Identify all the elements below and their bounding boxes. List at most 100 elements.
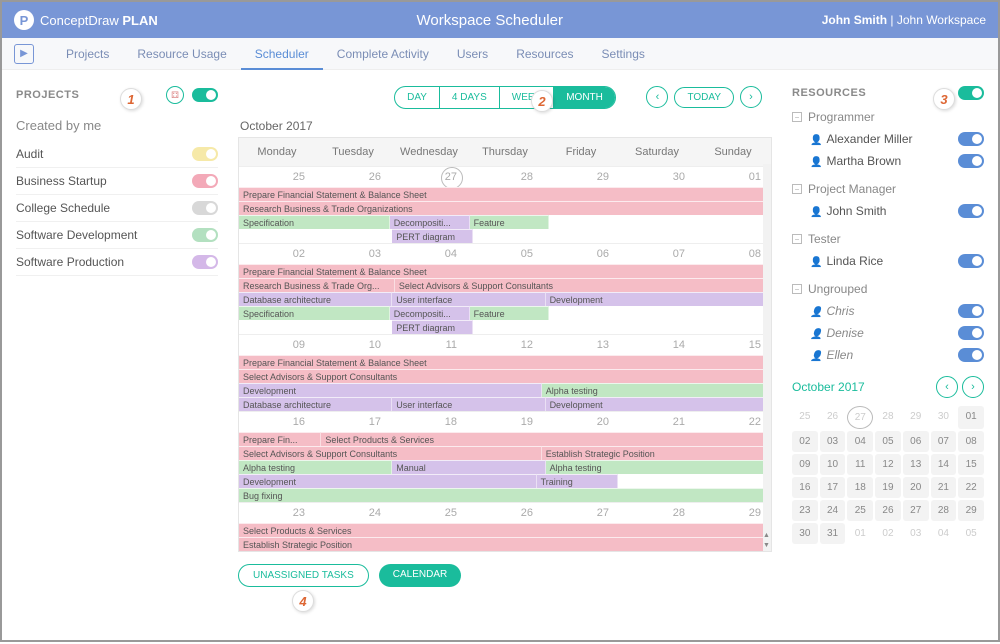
task-bar[interactable]: PERT diagram <box>392 229 473 243</box>
date-cell[interactable]: 25 <box>391 503 467 523</box>
date-cell[interactable]: 09 <box>239 335 315 355</box>
calendar-button[interactable]: CALENDAR <box>379 564 461 587</box>
resource-group[interactable]: −Ungrouped <box>792 282 984 296</box>
resource-member[interactable]: 👤John Smith <box>792 200 984 222</box>
date-cell[interactable]: 19 <box>467 412 543 432</box>
mini-date[interactable]: 03 <box>820 431 846 452</box>
mini-date[interactable]: 17 <box>820 477 846 498</box>
resource-group[interactable]: −Tester <box>792 232 984 246</box>
mini-date[interactable]: 29 <box>903 406 929 429</box>
date-cell[interactable]: 14 <box>619 335 695 355</box>
project-item[interactable]: Software Development <box>16 222 218 249</box>
date-cell[interactable]: 18 <box>391 412 467 432</box>
member-toggle[interactable] <box>958 132 984 146</box>
task-bar[interactable]: Prepare Fin... <box>239 432 321 446</box>
mini-date[interactable]: 26 <box>820 406 846 429</box>
collapse-icon[interactable]: − <box>792 284 802 294</box>
mini-date[interactable]: 05 <box>958 523 984 544</box>
next-period-button[interactable]: › <box>740 86 762 108</box>
date-cell[interactable]: 20 <box>543 412 619 432</box>
nav-complete-activity[interactable]: Complete Activity <box>323 38 443 70</box>
date-cell[interactable]: 22 <box>695 412 771 432</box>
task-bar[interactable]: Alpha testing <box>542 383 771 397</box>
mini-date[interactable]: 23 <box>792 500 818 521</box>
date-cell[interactable]: 29 <box>695 503 771 523</box>
task-bar[interactable]: Establish Strategic Position <box>542 446 771 460</box>
date-cell[interactable]: 10 <box>315 335 391 355</box>
date-cell[interactable]: 28 <box>619 503 695 523</box>
mini-date[interactable]: 02 <box>792 431 818 452</box>
date-cell[interactable]: 27 <box>391 167 467 187</box>
collapse-icon[interactable]: − <box>792 234 802 244</box>
task-bar[interactable]: Alpha testing <box>239 460 392 474</box>
mini-date[interactable]: 12 <box>875 454 901 475</box>
view-4 days[interactable]: 4 DAYS <box>440 87 500 108</box>
task-bar[interactable]: Select Products & Services <box>239 523 771 537</box>
task-bar[interactable]: Prepare Financial Statement & Balance Sh… <box>239 264 771 278</box>
mini-date[interactable]: 25 <box>847 500 873 521</box>
mini-date[interactable]: 29 <box>958 500 984 521</box>
date-cell[interactable]: 15 <box>695 335 771 355</box>
date-cell[interactable]: 07 <box>619 244 695 264</box>
nav-resources[interactable]: Resources <box>502 38 587 70</box>
date-cell[interactable]: 28 <box>467 167 543 187</box>
date-cell[interactable]: 12 <box>467 335 543 355</box>
date-cell[interactable]: 08 <box>695 244 771 264</box>
mini-date[interactable]: 28 <box>931 500 957 521</box>
mini-date[interactable]: 14 <box>931 454 957 475</box>
task-bar[interactable]: Select Advisors & Support Consultants <box>239 446 542 460</box>
resource-group[interactable]: −Project Manager <box>792 182 984 196</box>
mini-date[interactable]: 18 <box>847 477 873 498</box>
resource-member[interactable]: 👤Alexander Miller <box>792 128 984 150</box>
mini-date[interactable]: 30 <box>931 406 957 429</box>
project-item[interactable]: Audit <box>16 141 218 168</box>
date-cell[interactable]: 01 <box>695 167 771 187</box>
mini-date[interactable]: 24 <box>820 500 846 521</box>
mini-date[interactable]: 21 <box>931 477 957 498</box>
date-cell[interactable]: 21 <box>619 412 695 432</box>
mini-date[interactable]: 30 <box>792 523 818 544</box>
nav-projects[interactable]: Projects <box>52 38 123 70</box>
task-bar[interactable]: Establish Strategic Position <box>239 537 771 551</box>
member-toggle[interactable] <box>958 304 984 318</box>
date-cell[interactable]: 25 <box>239 167 315 187</box>
resource-member[interactable]: 👤Martha Brown <box>792 150 984 172</box>
date-cell[interactable]: 17 <box>315 412 391 432</box>
user-info[interactable]: John Smith | John Workspace <box>822 13 986 27</box>
mini-prev-button[interactable]: ‹ <box>936 376 958 398</box>
task-bar[interactable]: Select Advisors & Support Consultants <box>395 278 771 292</box>
project-item[interactable]: Business Startup <box>16 168 218 195</box>
unassigned-tasks-button[interactable]: UNASSIGNED TASKS <box>238 564 369 587</box>
grid-icon[interactable]: ⚃ <box>166 86 184 104</box>
collapse-icon[interactable]: − <box>792 112 802 122</box>
mini-date[interactable]: 11 <box>847 454 873 475</box>
nav-settings[interactable]: Settings <box>588 38 659 70</box>
member-toggle[interactable] <box>958 326 984 340</box>
mini-date[interactable]: 04 <box>847 431 873 452</box>
view-switch[interactable]: DAY4 DAYSWEEKMONTH <box>394 86 616 109</box>
resource-member[interactable]: 👤Denise <box>792 322 984 344</box>
task-bar[interactable]: Prepare Financial Statement & Balance Sh… <box>239 355 771 369</box>
date-cell[interactable]: 30 <box>619 167 695 187</box>
project-toggle[interactable] <box>192 228 218 242</box>
mini-date[interactable]: 08 <box>958 431 984 452</box>
mini-date[interactable]: 03 <box>903 523 929 544</box>
scrollbar[interactable] <box>763 164 771 551</box>
date-cell[interactable]: 26 <box>467 503 543 523</box>
date-cell[interactable]: 26 <box>315 167 391 187</box>
task-bar[interactable]: Specification <box>239 306 390 320</box>
date-cell[interactable]: 29 <box>543 167 619 187</box>
mini-date[interactable]: 20 <box>903 477 929 498</box>
project-toggle[interactable] <box>192 147 218 161</box>
task-bar[interactable]: Development <box>546 292 771 306</box>
member-toggle[interactable] <box>958 154 984 168</box>
resource-member[interactable]: 👤Ellen <box>792 344 984 366</box>
task-bar[interactable]: Training <box>537 474 618 488</box>
task-bar[interactable]: Development <box>239 474 537 488</box>
expand-icon[interactable]: ▶ <box>14 44 34 64</box>
mini-date[interactable]: 28 <box>875 406 901 429</box>
task-bar[interactable]: Bug fixing <box>239 488 771 502</box>
nav-users[interactable]: Users <box>443 38 502 70</box>
task-bar[interactable]: Development <box>546 397 771 411</box>
task-bar[interactable]: User interface <box>392 292 545 306</box>
